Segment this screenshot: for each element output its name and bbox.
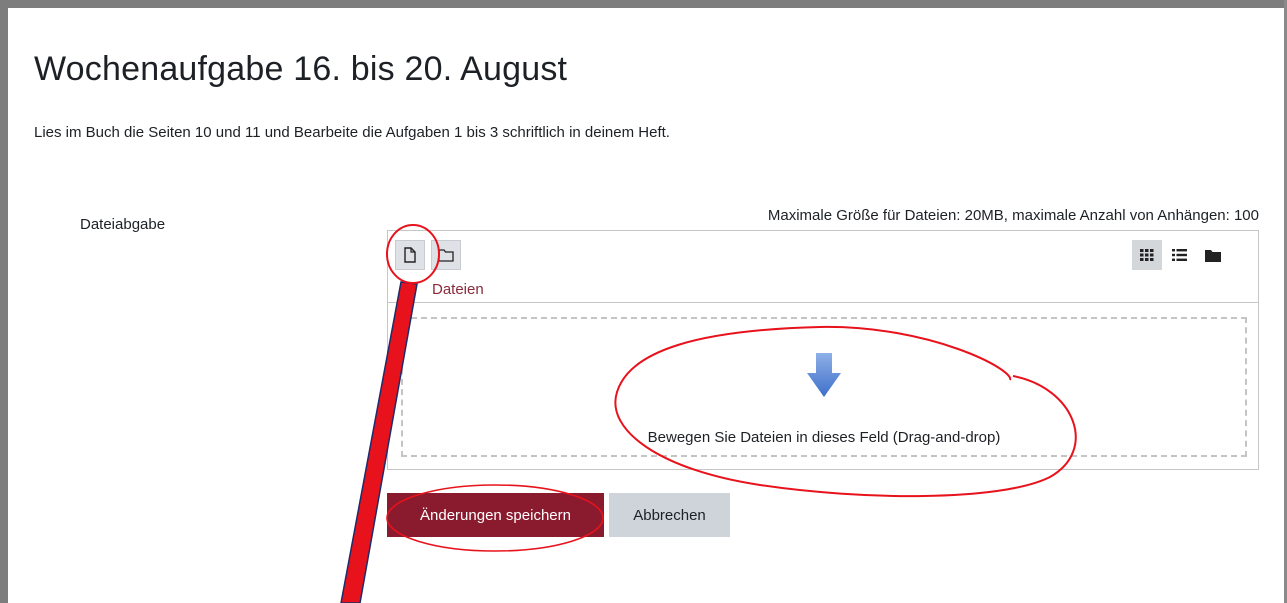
file-manager: Dateien Bewegen Sie Dateien in dieses Fe… [387, 230, 1259, 470]
assignment-description: Lies im Buch die Seiten 10 und 11 und Be… [34, 124, 670, 141]
folder-tree-icon [1205, 249, 1221, 262]
file-dropzone[interactable]: Bewegen Sie Dateien in dieses Feld (Drag… [401, 317, 1247, 457]
page-title: Wochenaufgabe 16. bis 20. August [34, 50, 568, 88]
arrow-down-icon [807, 353, 841, 397]
file-icon [404, 247, 416, 263]
list-icon [1171, 249, 1187, 261]
path-breadcrumb: Dateien [388, 277, 1258, 303]
file-limits-info: Maximale Größe für Dateien: 20MB, maxima… [767, 207, 1259, 224]
view-icons-button[interactable] [1132, 240, 1162, 270]
cancel-button[interactable]: Abbrechen [609, 493, 730, 537]
dropzone-instruction: Bewegen Sie Dateien in dieses Feld (Drag… [647, 429, 1001, 446]
add-file-button[interactable] [395, 240, 425, 270]
folder-icon [438, 249, 454, 262]
grid-icon [1140, 249, 1154, 261]
window-frame-top [0, 0, 1287, 8]
window-frame-left [0, 0, 8, 603]
save-changes-button[interactable]: Änderungen speichern [387, 493, 604, 537]
path-root-link[interactable]: Dateien [432, 281, 484, 298]
view-tree-button[interactable] [1198, 240, 1228, 270]
view-list-button[interactable] [1164, 240, 1194, 270]
create-folder-button[interactable] [431, 240, 461, 270]
file-submission-label: Dateiabgabe [80, 216, 166, 233]
